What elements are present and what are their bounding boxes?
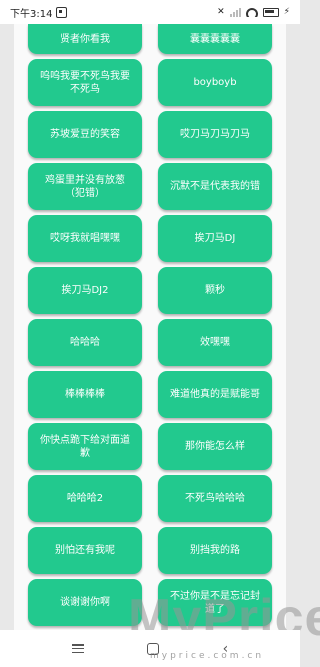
- sound-button[interactable]: 谈谢谢你啊: [28, 579, 142, 626]
- sound-button[interactable]: 囊囊囊囊囊: [158, 24, 272, 54]
- sound-button[interactable]: 苏坡爱豆的笑容: [28, 111, 142, 158]
- sound-button[interactable]: 呜呜我要不死鸟我要不死鸟: [28, 59, 142, 106]
- menu-icon[interactable]: [71, 644, 84, 653]
- watermark-url: myprice.com.cn: [150, 651, 265, 661]
- sound-button[interactable]: 鸡蛋里并没有放葱（犯错）: [28, 163, 142, 210]
- signal-icon: [229, 7, 241, 17]
- sound-button[interactable]: boyboyb: [158, 59, 272, 106]
- sound-button[interactable]: 贤者你看我: [28, 24, 142, 54]
- sound-button[interactable]: 效嘿嘿: [158, 319, 272, 366]
- status-right: ✕ ⚡: [217, 7, 290, 17]
- sound-button[interactable]: 不死鸟哈哈哈: [158, 475, 272, 522]
- sound-button[interactable]: 哈哈哈2: [28, 475, 142, 522]
- wifi-icon: [245, 7, 258, 17]
- sound-button[interactable]: 挨刀马DJ: [158, 215, 272, 262]
- sound-button[interactable]: 难道他真的是赋能哥: [158, 371, 272, 418]
- sound-button[interactable]: 哈哈哈: [28, 319, 142, 366]
- sound-button[interactable]: 哎呀我就唱嘿嘿: [28, 215, 142, 262]
- status-left: 下午3:14: [10, 5, 68, 20]
- sound-button[interactable]: 棒棒棒棒: [28, 371, 142, 418]
- sound-button[interactable]: 沉默不是代表我的错: [158, 163, 272, 210]
- button-grid: 贤者你看我 囊囊囊囊囊 呜呜我要不死鸟我要不死鸟 boyboyb 苏坡爱豆的笑容…: [28, 24, 272, 626]
- sound-button[interactable]: 别怕还有我呢: [28, 527, 142, 574]
- sound-board: 贤者你看我 囊囊囊囊囊 呜呜我要不死鸟我要不死鸟 boyboyb 苏坡爱豆的笑容…: [14, 0, 286, 630]
- status-bar: 下午3:14 ✕ ⚡: [0, 0, 300, 24]
- notification-icon: [56, 6, 68, 18]
- charging-icon: ⚡: [283, 7, 290, 17]
- status-time: 下午3:14: [10, 8, 53, 20]
- sound-button[interactable]: 颗秒: [158, 267, 272, 314]
- sound-button[interactable]: 那你能怎么样: [158, 423, 272, 470]
- sound-button[interactable]: 你快点跪下给对面道歉: [28, 423, 142, 470]
- sound-button[interactable]: 哎刀马刀马刀马: [158, 111, 272, 158]
- mute-icon: ✕: [217, 7, 225, 17]
- sound-button[interactable]: 别挡我的路: [158, 527, 272, 574]
- sound-button[interactable]: 挨刀马DJ2: [28, 267, 142, 314]
- navigation-bar: ‹: [0, 630, 300, 667]
- battery-icon: [262, 7, 279, 17]
